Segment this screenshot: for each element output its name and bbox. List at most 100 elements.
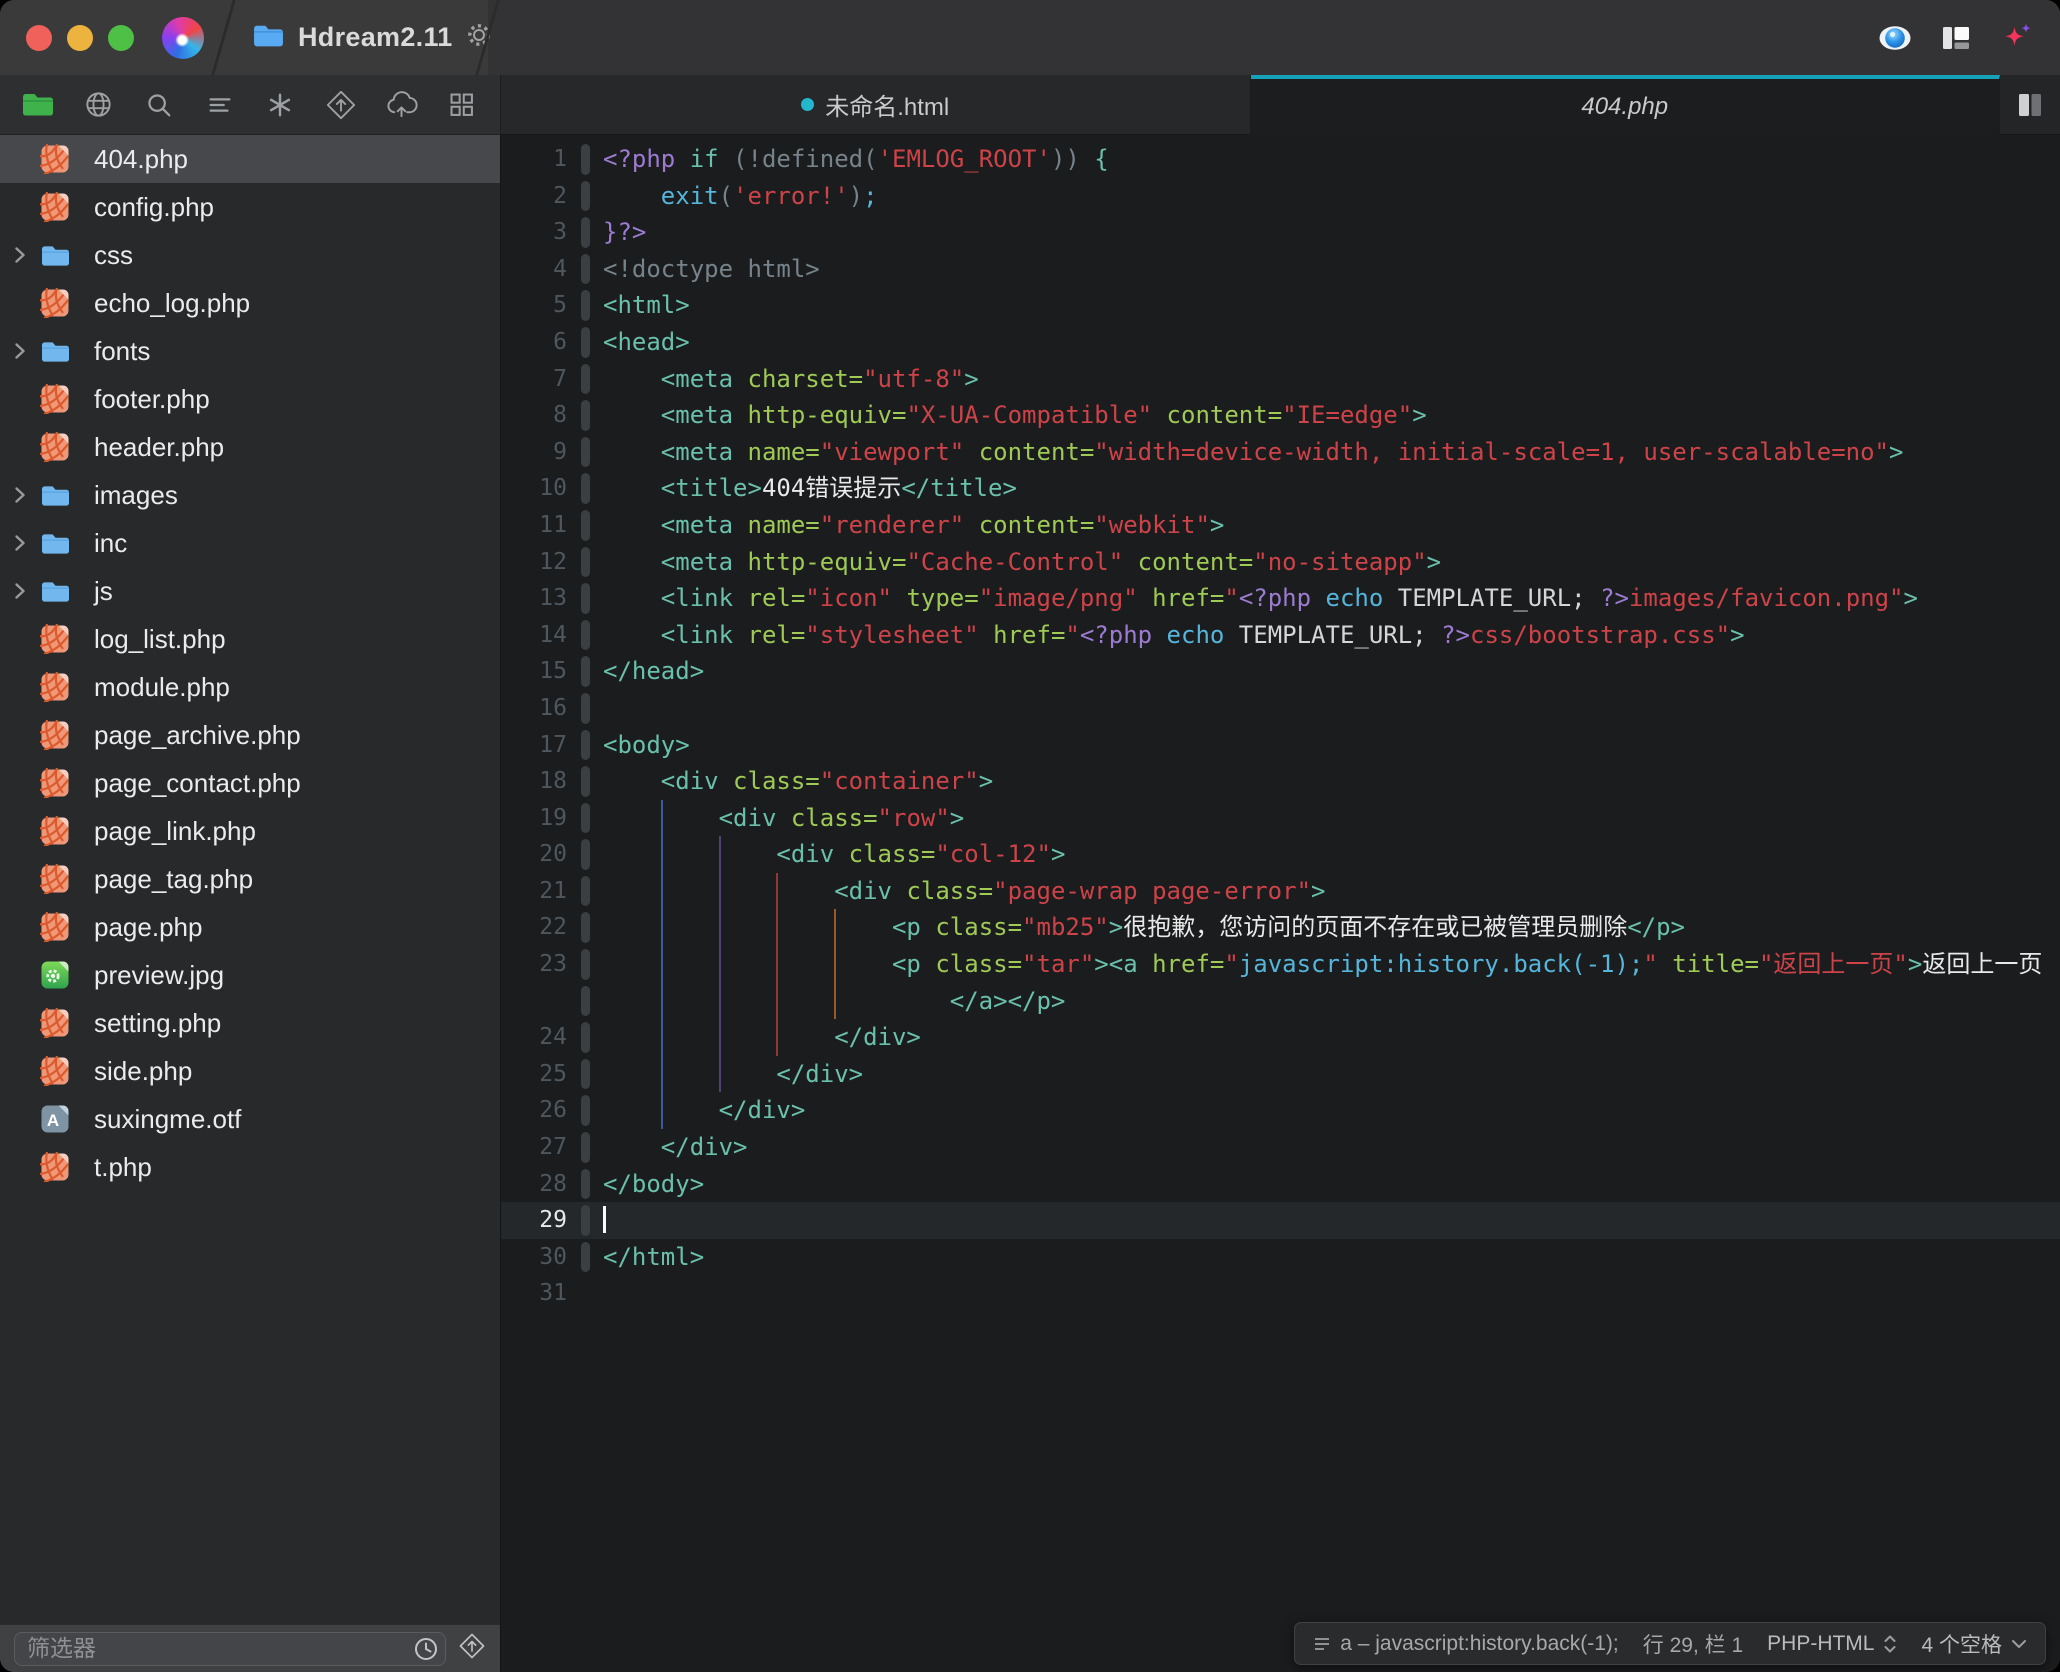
code-editor[interactable]: 1 <?php if (!defined('EMLOG_ROOT')) {2 ex… <box>501 135 2060 1672</box>
code-text[interactable]: <meta charset="utf-8"> <box>603 361 2060 398</box>
code-text[interactable]: <div class="row"> <box>603 799 2060 837</box>
publish-diamond-icon[interactable] <box>458 1632 486 1665</box>
code-text[interactable]: }?> <box>603 214 2060 251</box>
fold-handle[interactable] <box>581 1132 590 1163</box>
indent-setting-select[interactable]: 4 个空格 <box>1921 1629 2027 1659</box>
fold-handle[interactable] <box>581 619 590 651</box>
zoom-button[interactable] <box>108 24 134 51</box>
outline-icon[interactable] <box>198 83 242 127</box>
file-row-js[interactable]: js <box>0 567 500 615</box>
code-text[interactable]: exit('error!'); <box>603 178 2060 215</box>
file-row-404.php[interactable]: 404.php <box>0 135 500 183</box>
code-text[interactable]: <div class="col-12"> <box>603 836 2060 873</box>
file-row-side.php[interactable]: side.php <box>0 1047 500 1095</box>
tab-未命名.html[interactable]: 未命名.html <box>501 75 1251 135</box>
fold-handle[interactable] <box>581 875 590 907</box>
fold-handle[interactable] <box>581 546 590 578</box>
fold-handle[interactable] <box>581 949 590 980</box>
code-text[interactable]: </div> <box>603 1055 2060 1093</box>
cursor-position[interactable]: 行 29, 栏 1 <box>1643 1629 1743 1659</box>
code-text[interactable] <box>603 1275 2060 1312</box>
tab-404.php[interactable]: 404.php <box>1250 75 2000 135</box>
folder-icon[interactable] <box>16 83 60 127</box>
fold-handle[interactable] <box>581 1095 590 1127</box>
fold-handle[interactable] <box>581 583 590 614</box>
file-row-fonts[interactable]: fonts <box>0 327 500 375</box>
syntax-mode-select[interactable]: PHP-HTML <box>1767 1632 1897 1656</box>
code-text[interactable]: </head> <box>603 653 2060 690</box>
globe-icon[interactable] <box>77 83 121 127</box>
code-text[interactable]: <div class="page-wrap page-error"> <box>603 872 2060 910</box>
code-text[interactable]: </a></p> <box>603 982 2060 1020</box>
file-row-page_link.php[interactable]: page_link.php <box>0 807 500 855</box>
file-row-log_list.php[interactable]: log_list.php <box>0 615 500 663</box>
fold-handle[interactable] <box>581 144 590 175</box>
fold-handle[interactable] <box>581 729 590 761</box>
layout-panels-icon[interactable] <box>1940 24 1972 52</box>
code-text[interactable]: <p class="tar"><a href="javascript:histo… <box>603 946 2060 983</box>
code-text[interactable]: <link rel="icon" type="image/png" href="… <box>603 580 2060 617</box>
code-text[interactable]: <link rel="stylesheet" href="<?php echo … <box>603 617 2060 654</box>
code-text[interactable]: <meta name="viewport" content="width=dev… <box>603 434 2060 471</box>
fold-handle[interactable] <box>581 912 590 944</box>
sync-icon[interactable] <box>379 83 423 127</box>
code-text[interactable]: <div class="container"> <box>603 763 2060 800</box>
symbols-icon[interactable] <box>258 83 302 127</box>
file-row-images[interactable]: images <box>0 471 500 519</box>
expand-chevron-icon[interactable] <box>14 246 40 264</box>
fold-handle[interactable] <box>581 1168 590 1200</box>
code-text[interactable] <box>603 1202 2060 1239</box>
publish-icon[interactable] <box>319 83 363 127</box>
fold-handle[interactable] <box>581 802 590 834</box>
code-text[interactable]: </div> <box>603 1092 2060 1130</box>
search-icon[interactable] <box>137 83 181 127</box>
code-text[interactable]: <html> <box>603 287 2060 324</box>
code-text[interactable]: <title>404错误提示</title> <box>603 470 2060 507</box>
fold-handle[interactable] <box>581 400 590 431</box>
code-text[interactable]: <?php if (!defined('EMLOG_ROOT')) { <box>603 141 2060 178</box>
split-view-button[interactable] <box>2000 75 2060 135</box>
file-row-setting.php[interactable]: setting.php <box>0 999 500 1047</box>
code-text[interactable] <box>603 690 2060 727</box>
minimize-button[interactable] <box>67 24 93 51</box>
fold-handle[interactable] <box>581 656 590 687</box>
file-row-page_contact.php[interactable]: page_contact.php <box>0 759 500 807</box>
close-button[interactable] <box>26 24 52 51</box>
fold-handle[interactable] <box>581 217 590 248</box>
fold-handle[interactable] <box>581 1058 590 1090</box>
sparkle-plugin-icon[interactable] <box>2000 21 2034 55</box>
code-text[interactable]: <!doctype html> <box>603 251 2060 288</box>
file-row-page.php[interactable]: page.php <box>0 903 500 951</box>
fold-handle[interactable] <box>581 473 590 504</box>
preview-eye-icon[interactable] <box>1878 25 1912 51</box>
code-text[interactable]: <body> <box>603 727 2060 764</box>
fold-handle[interactable] <box>581 509 590 541</box>
file-row-css[interactable]: css <box>0 231 500 279</box>
file-row-header.php[interactable]: header.php <box>0 423 500 471</box>
code-text[interactable]: <meta http-equiv="Cache-Control" content… <box>603 544 2060 581</box>
fold-handle[interactable] <box>581 180 590 212</box>
code-text[interactable]: <meta http-equiv="X-UA-Compatible" conte… <box>603 397 2060 434</box>
expand-chevron-icon[interactable] <box>14 534 40 552</box>
fold-handle[interactable] <box>581 1022 590 1053</box>
code-text[interactable]: </html> <box>603 1239 2060 1276</box>
expand-chevron-icon[interactable] <box>14 486 40 504</box>
file-row-suxingme.otf[interactable]: Asuxingme.otf <box>0 1095 500 1143</box>
fold-handle[interactable] <box>581 253 590 285</box>
code-text[interactable]: </div> <box>603 1019 2060 1056</box>
file-row-footer.php[interactable]: footer.php <box>0 375 500 423</box>
file-row-preview.jpg[interactable]: preview.jpg <box>0 951 500 999</box>
fold-handle[interactable] <box>581 326 590 358</box>
code-text[interactable]: <p class="mb25">很抱歉，您访问的页面不存在或已被管理员删除</p… <box>603 909 2060 947</box>
file-row-echo_log.php[interactable]: echo_log.php <box>0 279 500 327</box>
fold-handle[interactable] <box>581 436 590 468</box>
file-row-page_archive.php[interactable]: page_archive.php <box>0 711 500 759</box>
expand-chevron-icon[interactable] <box>14 342 40 360</box>
fold-handle[interactable] <box>581 985 590 1017</box>
filter-input[interactable] <box>14 1631 446 1666</box>
file-row-config.php[interactable]: config.php <box>0 183 500 231</box>
fold-handle[interactable] <box>581 839 590 870</box>
file-row-module.php[interactable]: module.php <box>0 663 500 711</box>
fold-handle[interactable] <box>581 692 590 724</box>
code-text[interactable]: <head> <box>603 324 2060 361</box>
